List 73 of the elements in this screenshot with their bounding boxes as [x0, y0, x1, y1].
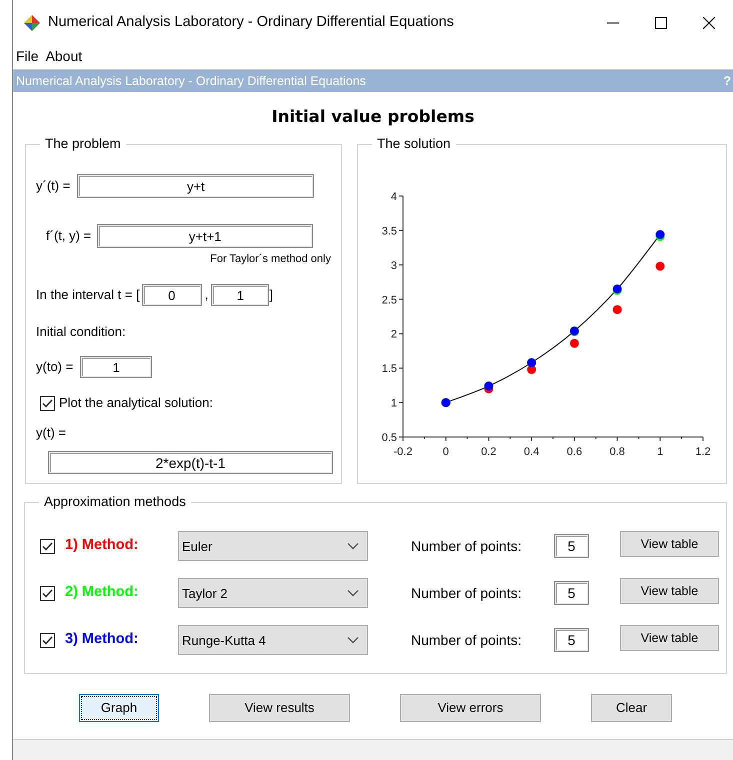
- x-tick-label: 1.2: [695, 446, 711, 458]
- maximize-icon[interactable]: [655, 16, 667, 28]
- menu-item[interactable]: About: [42, 46, 86, 67]
- x-tick-label: -0.2: [394, 446, 412, 458]
- chevron-down-icon: [347, 636, 359, 644]
- checkbox[interactable]: [40, 632, 55, 648]
- x-tick-label: 0.6: [566, 446, 582, 458]
- data-point: [656, 230, 665, 240]
- checkbox[interactable]: [40, 396, 55, 410]
- separator-text: ,: [204, 286, 208, 304]
- action-button[interactable]: View results: [209, 694, 350, 722]
- input-field[interactable]: 5: [554, 534, 589, 558]
- y-tick-label: 2.5: [382, 294, 397, 306]
- field-label: In the interval t = [: [36, 286, 140, 304]
- method-dropdown[interactable]: Runge-Kutta 4: [178, 625, 368, 655]
- checkbox[interactable]: [40, 538, 55, 554]
- y-tick-label: 3: [390, 260, 397, 272]
- bracket-text: ]: [269, 286, 273, 304]
- field-label: y(to) =: [36, 358, 74, 376]
- y-tick-label: 0.5: [382, 432, 397, 444]
- view-table-button[interactable]: View table: [620, 531, 719, 557]
- x-tick-label: 0: [442, 446, 449, 458]
- x-tick-label: 1: [657, 446, 664, 458]
- group-legend: Approximation methods: [39, 494, 191, 510]
- y-axis: 0.5 1 1.5 2 2.5 3 3.5 4: [382, 191, 404, 444]
- y-tick-label: 3.5: [382, 225, 397, 238]
- field-label: Number of points:: [411, 630, 522, 650]
- input-field[interactable]: 5: [554, 581, 589, 605]
- method-label: 2) Method:: [65, 583, 140, 602]
- checkbox[interactable]: [40, 586, 55, 600]
- view-table-button[interactable]: View table: [620, 578, 719, 604]
- y-tick-label: 1: [390, 398, 397, 410]
- field-label: Number of points:: [411, 536, 522, 556]
- method-dropdown[interactable]: Euler: [178, 531, 368, 561]
- chevron-down-icon: [347, 542, 359, 550]
- view-table-button[interactable]: View table: [620, 625, 719, 651]
- checkbox-label: Plot the analytical solution:: [59, 394, 213, 412]
- y-tick-label: 1.5: [382, 363, 397, 376]
- input-field[interactable]: y+t: [77, 174, 314, 198]
- x-tick-label: 0.2: [481, 446, 496, 458]
- window-title: Numerical Analysis Laboratory - Ordinary Differential Equations: [48, 12, 454, 32]
- method-dropdown[interactable]: Taylor 2: [178, 578, 368, 608]
- app-icon: [24, 14, 40, 30]
- action-button[interactable]: Graph: [79, 694, 159, 722]
- page-heading: Initial value problems: [270, 106, 476, 128]
- input-field[interactable]: 1: [211, 284, 270, 306]
- y-tick-label: 2: [390, 328, 397, 341]
- y-tick-label: 4: [390, 191, 397, 203]
- action-button[interactable]: View errors: [400, 694, 541, 722]
- method-label: 3) Method:: [65, 630, 140, 650]
- input-field[interactable]: 1: [80, 356, 152, 378]
- field-label: y(t) =: [36, 424, 66, 442]
- input-field[interactable]: 2*exp(t)-t-1: [48, 451, 333, 474]
- data-point: [656, 262, 665, 271]
- header-title: Numerical Analysis Laboratory - Ordinary Differential Equations: [16, 72, 366, 90]
- field-label: f´(t, y) =: [46, 227, 92, 246]
- data-point: [612, 305, 622, 314]
- group-legend: The problem: [40, 136, 126, 152]
- x-tick-label: 0.4: [524, 446, 540, 458]
- action-button[interactable]: Clear: [591, 694, 672, 722]
- x-tick-label: 0.8: [610, 446, 625, 458]
- field-label: Number of points:: [411, 584, 522, 603]
- menu-item[interactable]: File: [13, 46, 43, 67]
- method-label: 1) Method:: [65, 536, 140, 556]
- input-field[interactable]: 0: [142, 284, 202, 306]
- data-point: [570, 338, 579, 348]
- hint-text: For Taylor´s method only: [210, 253, 331, 265]
- input-field[interactable]: 5: [554, 628, 589, 652]
- chevron-down-icon: [347, 589, 359, 597]
- close-icon[interactable]: [703, 16, 715, 28]
- section-label: Initial condition:: [36, 323, 126, 342]
- input-field[interactable]: y+t+1: [97, 224, 314, 248]
- field-label: y´(t) =: [36, 177, 70, 196]
